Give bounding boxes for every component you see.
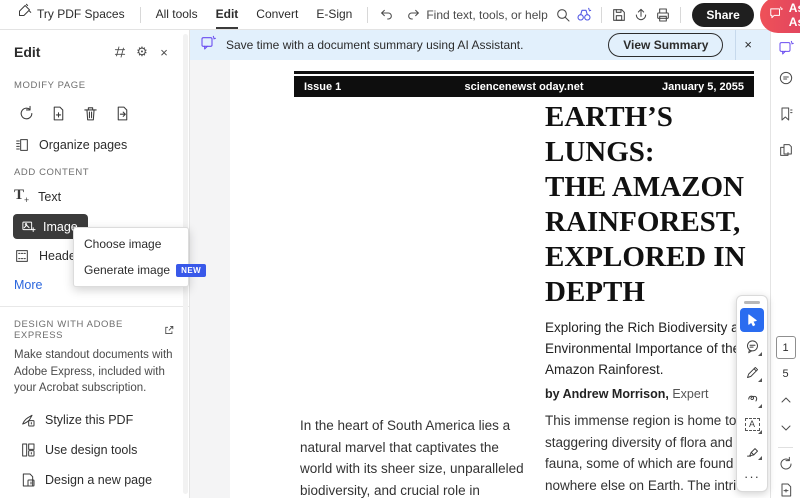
text-plus-icon: T+ — [14, 187, 30, 205]
doc-issue-bar: Issue 1 sciencenewst oday.net January 5,… — [294, 76, 754, 97]
add-content-label: ADD CONTENT — [14, 167, 90, 178]
auto-adjust-icon[interactable] — [109, 42, 131, 62]
highlight-tool[interactable] — [740, 438, 764, 462]
next-page-icon[interactable] — [774, 416, 798, 440]
image-plus-icon — [22, 221, 36, 232]
palette-drag-handle[interactable] — [744, 301, 760, 304]
find-search-label[interactable]: Find text, tools, or help — [426, 8, 551, 22]
adobe-express-description: Make standout documents with Adobe Expre… — [14, 349, 173, 395]
close-panel-icon[interactable]: × — [153, 42, 175, 62]
more-tools[interactable]: ··· — [740, 464, 764, 488]
ai-chat-icon — [769, 6, 783, 23]
view-summary-button[interactable]: View Summary — [608, 33, 724, 57]
doc-paragraph-left: In the heart of South America lies a nat… — [300, 418, 524, 498]
sidebar-divider — [0, 306, 189, 307]
comment-tool[interactable] — [740, 334, 764, 358]
search-icon[interactable] — [552, 2, 574, 28]
adobe-express-label: DESIGN WITH ADOBE EXPRESS — [14, 319, 123, 341]
rail-page-thumbnails-icon[interactable] — [774, 138, 798, 162]
use-design-tools-item[interactable]: Use design tools — [0, 435, 189, 465]
rotate-view-icon[interactable] — [774, 452, 798, 476]
save-icon[interactable] — [608, 2, 630, 28]
print-icon[interactable] — [652, 2, 674, 28]
document-workspace: SCIENCE NEWS ARTICLE Issue 1 sciencenews… — [190, 30, 770, 498]
ai-assistant-icon — [200, 35, 216, 56]
ai-search-binoculars-icon[interactable] — [574, 2, 596, 28]
stylize-pdf-item[interactable]: Stylize this PDF — [0, 405, 189, 435]
text-tool-item[interactable]: T+ Text — [0, 182, 189, 211]
new-badge: NEW — [176, 263, 207, 277]
toolbar-divider — [601, 6, 603, 23]
tab-edit[interactable]: Edit — [207, 0, 248, 29]
tab-esign[interactable]: E-Sign — [307, 0, 361, 29]
external-link-icon[interactable] — [164, 324, 175, 336]
modify-page-label: MODIFY PAGE — [14, 80, 86, 91]
ai-summary-banner: Save time with a document summary using … — [190, 30, 770, 60]
panel-title: Edit — [14, 44, 41, 60]
draw-tool[interactable] — [740, 360, 764, 384]
toolbar-divider — [367, 6, 369, 23]
pdf-spaces-icon — [17, 0, 32, 29]
design-new-page-icon — [22, 473, 35, 487]
cursor-arrow-icon — [747, 313, 757, 326]
right-rail: 1 5 — [770, 30, 800, 498]
add-text-tool[interactable]: A — [740, 412, 764, 436]
stylize-pdf-icon — [22, 414, 35, 427]
share-link-icon[interactable] — [630, 2, 652, 28]
design-new-page-item[interactable]: Design a new page — [0, 465, 189, 495]
toolbar-divider — [139, 6, 141, 23]
more-dots-icon: ··· — [744, 468, 760, 484]
rail-comments-icon[interactable] — [774, 66, 798, 90]
insert-page-icon[interactable] — [46, 101, 70, 125]
select-tool[interactable] — [740, 308, 764, 332]
rail-divider — [778, 447, 793, 448]
rotate-page-icon[interactable] — [14, 101, 38, 125]
edit-panel: Edit ⚙ × MODIFY PAGE Organize pages ADD … — [0, 30, 207, 498]
pdf-page[interactable]: SCIENCE NEWS ARTICLE Issue 1 sciencenews… — [230, 30, 770, 498]
share-button[interactable]: Share — [692, 2, 754, 27]
actual-size-icon[interactable] — [774, 478, 798, 498]
organize-pages-icon — [16, 139, 28, 151]
extract-page-icon[interactable] — [110, 101, 134, 125]
try-pdf-spaces-label: Try PDF Spaces — [37, 7, 125, 21]
rail-ai-assistant-icon[interactable] — [774, 36, 798, 60]
choose-image-menu-item[interactable]: Choose image — [74, 231, 188, 257]
try-pdf-spaces-button[interactable]: Try PDF Spaces — [8, 0, 134, 29]
organize-pages-item[interactable]: Organize pages — [0, 131, 189, 159]
doc-paragraph-right: This immense region is home to a stagger… — [545, 413, 762, 493]
previous-page-icon[interactable] — [774, 388, 798, 412]
doc-rule — [294, 71, 754, 74]
banner-close-icon[interactable]: × — [735, 30, 760, 60]
delete-page-icon[interactable] — [78, 101, 102, 125]
image-dropdown-menu: Choose image Generate image NEW — [73, 227, 207, 287]
gear-icon[interactable]: ⚙ — [131, 42, 153, 62]
design-tools-icon — [22, 443, 35, 457]
toolbar-divider — [679, 6, 681, 23]
textbox-a-icon: A — [744, 417, 760, 431]
top-toolbar: Try PDF Spaces All tools Edit Convert E-… — [0, 0, 800, 33]
page-total-label: 5 — [782, 368, 789, 380]
banner-message: Save time with a document summary using … — [226, 38, 524, 52]
undo-icon[interactable] — [374, 2, 400, 28]
header-footer-icon — [16, 250, 28, 262]
redo-icon[interactable] — [400, 2, 426, 28]
page-number-input[interactable]: 1 — [775, 336, 796, 359]
doc-headline: EARTH’S LUNGS: THE AMAZON RAINFOREST, EX… — [545, 101, 746, 308]
doc-byline: by Andrew Morrison, Expert — [545, 387, 709, 401]
quick-tools-palette: A ··· — [736, 295, 768, 492]
ask-ai-assistant-button[interactable]: Ask AI Assistant — [759, 0, 800, 33]
lasso-tool[interactable] — [740, 386, 764, 410]
tab-convert[interactable]: Convert — [247, 0, 307, 29]
generate-image-menu-item[interactable]: Generate image NEW — [74, 257, 207, 283]
acrobat-window: Try PDF Spaces All tools Edit Convert E-… — [0, 0, 800, 498]
doc-subtitle: Exploring the Rich Biodiversity and Envi… — [545, 320, 754, 377]
rail-bookmarks-icon[interactable] — [774, 102, 798, 126]
tab-all-tools[interactable]: All tools — [147, 0, 207, 29]
doc-site: sciencenewst oday.net — [464, 80, 584, 93]
